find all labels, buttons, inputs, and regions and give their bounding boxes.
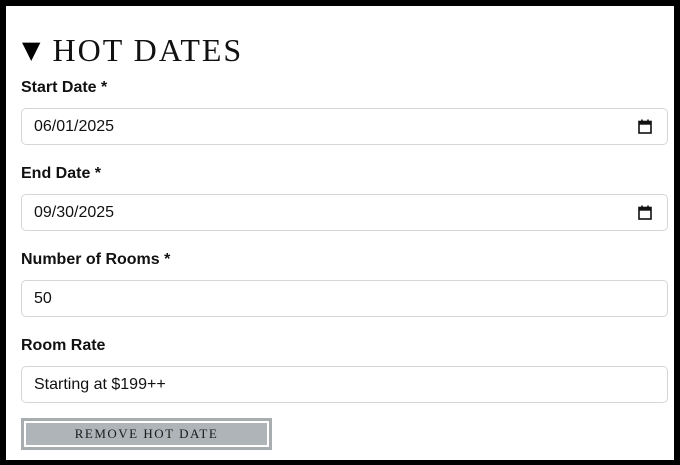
calendar-icon[interactable] bbox=[638, 119, 652, 134]
rooms-label: Number of Rooms * bbox=[21, 251, 171, 268]
remove-hot-date-button[interactable]: REMOVE HOT DATE bbox=[21, 418, 272, 450]
calendar-icon[interactable] bbox=[638, 205, 652, 220]
section-title: HOT DATES bbox=[52, 32, 244, 68]
start-date-value: 06/01/2025 bbox=[34, 117, 115, 135]
end-date-input[interactable]: 09/30/2025 bbox=[21, 194, 668, 231]
start-date-input[interactable]: 06/01/2025 bbox=[21, 108, 668, 145]
section-toggle[interactable]: ▼ HOT DATES bbox=[22, 32, 243, 68]
hot-dates-panel: ▼ HOT DATES Start Date * 06/01/2025 End … bbox=[0, 0, 680, 465]
end-date-value: 09/30/2025 bbox=[34, 203, 115, 221]
room-rate-value: Starting at $199++ bbox=[34, 375, 166, 393]
end-date-label: End Date * bbox=[21, 165, 102, 182]
rooms-value: 50 bbox=[34, 289, 52, 307]
start-date-label: Start Date * bbox=[21, 79, 108, 96]
remove-hot-date-label: REMOVE HOT DATE bbox=[26, 423, 267, 445]
rooms-input[interactable]: 50 bbox=[21, 280, 668, 317]
collapse-caret-icon[interactable]: ▼ bbox=[22, 38, 40, 62]
room-rate-input[interactable]: Starting at $199++ bbox=[21, 366, 668, 403]
room-rate-label: Room Rate bbox=[21, 337, 106, 354]
